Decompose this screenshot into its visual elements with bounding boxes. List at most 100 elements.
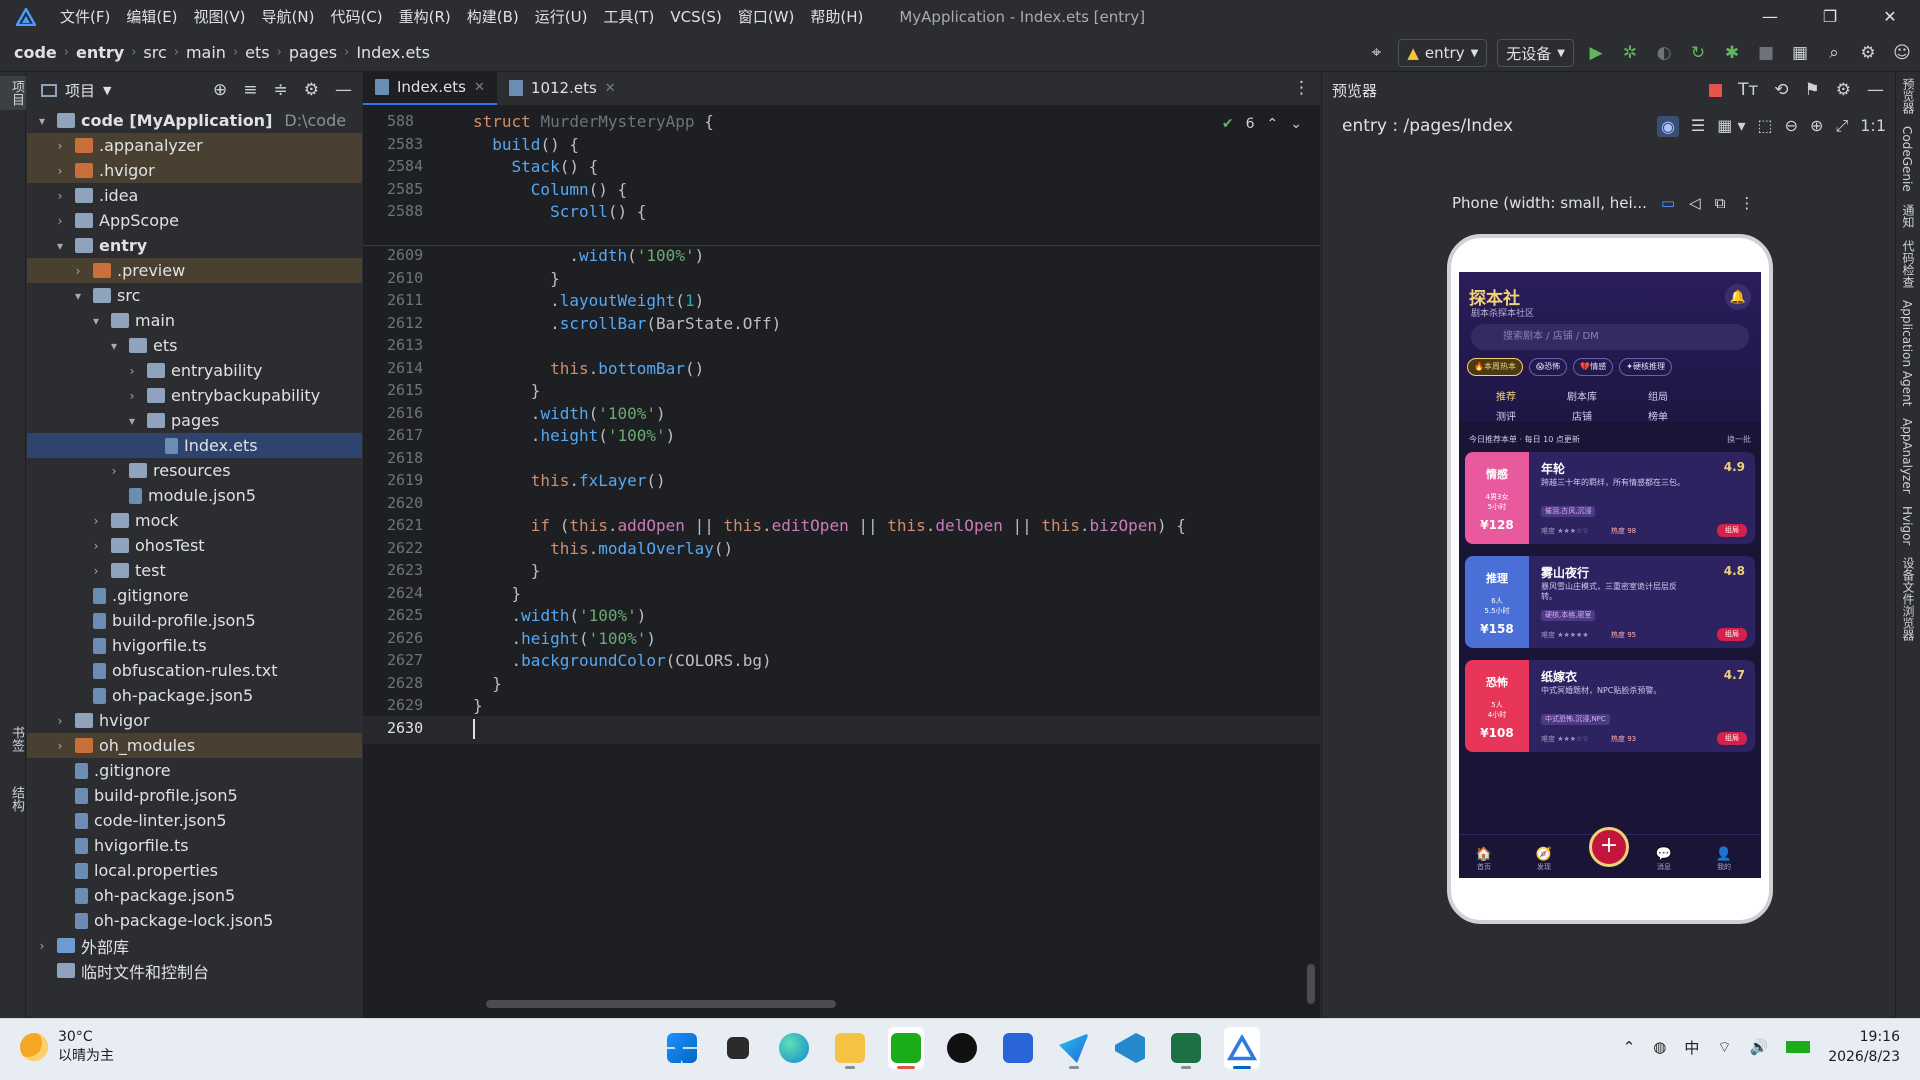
- expand-all-icon[interactable]: ≡: [243, 80, 257, 100]
- breadcrumb-item[interactable]: entry: [76, 43, 124, 62]
- right-tool-button[interactable]: Hvigor: [1900, 500, 1914, 551]
- debug-icon[interactable]: ✲: [1618, 41, 1642, 65]
- app-tab-item[interactable]: 🧭 发现: [1529, 847, 1559, 872]
- project-structure-icon[interactable]: ▦: [1788, 41, 1812, 65]
- editor-tab[interactable]: Index.ets ✕: [363, 71, 497, 105]
- refresh-batch-button[interactable]: 换一批: [1727, 434, 1751, 445]
- tree-item[interactable]: › hvigor: [27, 708, 362, 733]
- tree-item[interactable]: code-linter.json5: [27, 808, 362, 833]
- run-config-select[interactable]: ▲ entry ▼: [1398, 39, 1488, 67]
- reload-icon[interactable]: ↻: [1686, 41, 1710, 65]
- stop-icon[interactable]: ■: [1754, 41, 1778, 65]
- font-size-icon[interactable]: Tт: [1738, 80, 1758, 100]
- menu-item[interactable]: 帮助(H): [802, 0, 871, 34]
- app-tab-item[interactable]: 👤 我的: [1709, 847, 1739, 872]
- chevron-up-icon[interactable]: ⌃: [1623, 1038, 1636, 1056]
- tree-item[interactable]: ▾ ets: [27, 333, 362, 358]
- tree-item[interactable]: › entrybackupability: [27, 383, 362, 408]
- tree-item[interactable]: module.json5: [27, 483, 362, 508]
- structure-tool-button[interactable]: 结构: [0, 782, 26, 816]
- menu-item[interactable]: 代码(C): [322, 0, 390, 34]
- deveco-studio-icon[interactable]: [1224, 1027, 1260, 1069]
- horizontal-scrollbar[interactable]: [486, 1000, 836, 1008]
- tree-item[interactable]: ▾ src: [27, 283, 362, 308]
- minimize-button[interactable]: —: [1740, 0, 1800, 34]
- clock[interactable]: 19:16 2026/8/23: [1828, 1027, 1900, 1067]
- tree-item[interactable]: 临时文件和控制台: [27, 958, 362, 983]
- store-icon[interactable]: [1000, 1027, 1036, 1069]
- maximize-button[interactable]: ❐: [1800, 0, 1860, 34]
- tree-item[interactable]: hvigorfile.ts: [27, 633, 362, 658]
- fit-icon[interactable]: ⤢: [1835, 116, 1848, 137]
- tree-item[interactable]: hvigorfile.ts: [27, 833, 362, 858]
- account-icon[interactable]: ☺: [1890, 41, 1914, 65]
- menu-item[interactable]: VCS(S): [662, 0, 729, 34]
- app-screen[interactable]: 探本社 剧本杀探本社区 🔔 搜索剧本 / 店铺 / DM 🔥本周热本 😱恐怖 💔情感…: [1459, 272, 1761, 878]
- tree-item[interactable]: oh-package.json5: [27, 883, 362, 908]
- tree-item[interactable]: › resources: [27, 458, 362, 483]
- rotate-device-icon[interactable]: ⧉: [1715, 194, 1726, 212]
- breadcrumb-item[interactable]: ets: [245, 43, 269, 62]
- menu-item[interactable]: 编辑(E): [118, 0, 185, 34]
- tree-item[interactable]: › .preview: [27, 258, 362, 283]
- chevron-down-icon[interactable]: ⌄: [1290, 116, 1302, 132]
- options-gear-icon[interactable]: ⚙: [304, 80, 319, 100]
- close-tab-icon[interactable]: ✕: [474, 80, 485, 95]
- tree-item[interactable]: build-profile.json5: [27, 608, 362, 633]
- weather-widget[interactable]: 30°C 以晴为主: [20, 1029, 114, 1065]
- tree-item[interactable]: ▾ code [MyApplication] D:\code: [27, 108, 362, 133]
- right-tool-button[interactable]: 预览器: [1900, 72, 1917, 120]
- app-nav-item[interactable]: 推荐: [1471, 388, 1541, 403]
- tree-item[interactable]: ▾ main: [27, 308, 362, 333]
- tree-item[interactable]: › ohosTest: [27, 533, 362, 558]
- join-button[interactable]: 组局: [1717, 524, 1747, 537]
- settings-gear-icon[interactable]: ⚙: [1836, 80, 1851, 100]
- menu-item[interactable]: 文件(F): [52, 0, 118, 34]
- task-view-icon[interactable]: [720, 1027, 756, 1069]
- battery-icon[interactable]: [1786, 1041, 1811, 1053]
- right-tool-button[interactable]: AppAnalyzer: [1900, 412, 1914, 500]
- app-search-input[interactable]: 搜索剧本 / 店铺 / DM: [1471, 324, 1749, 350]
- code-body[interactable]: 2609 .width('100%') 2610 } 2611 .layoutWei…: [363, 246, 1320, 1018]
- tree-item[interactable]: › test: [27, 558, 362, 583]
- project-tool-button[interactable]: 项目: [0, 76, 26, 110]
- join-button[interactable]: 组局: [1717, 732, 1747, 745]
- app-nav-item[interactable]: 组局: [1623, 388, 1693, 403]
- inspector-toggle-icon[interactable]: ◉: [1656, 115, 1679, 137]
- device-select[interactable]: 无设备 ▼: [1497, 39, 1574, 67]
- qq-icon[interactable]: [944, 1027, 980, 1069]
- hide-panel-icon[interactable]: —: [1867, 80, 1884, 100]
- search-icon[interactable]: ⌕: [1822, 41, 1846, 65]
- input-method-indicator[interactable]: 中: [1684, 1037, 1699, 1058]
- chevron-down-icon[interactable]: ▼: [103, 84, 111, 97]
- editor-tab[interactable]: 1012.ets ✕: [497, 71, 628, 105]
- breadcrumb-item[interactable]: Index.ets: [356, 43, 430, 62]
- category-chip[interactable]: 😱恐怖: [1528, 358, 1568, 376]
- right-tool-button[interactable]: 代码检查: [1900, 234, 1917, 294]
- app-tab-item[interactable]: 💬 消息: [1649, 847, 1679, 872]
- app-nav-item[interactable]: 店铺: [1547, 408, 1617, 423]
- tree-item[interactable]: oh-package.json5: [27, 683, 362, 708]
- app-tab-item[interactable]: 🏠 首页: [1469, 847, 1499, 872]
- edge-browser-icon[interactable]: [776, 1027, 812, 1069]
- tree-item[interactable]: local.properties: [27, 858, 362, 883]
- menu-item[interactable]: 运行(U): [527, 0, 596, 34]
- right-tool-button[interactable]: Application Agent: [1900, 294, 1914, 412]
- breadcrumb-item[interactable]: pages: [289, 43, 337, 62]
- more-options-icon[interactable]: ⋮: [1293, 78, 1310, 98]
- script-card[interactable]: 推理 6人 5.5小时 ¥158 雾山夜行 4.8 暴风雪山庄模式，三重密室诡计层层反转。硬…: [1465, 556, 1755, 648]
- grid-view-icon[interactable]: ▦ ▾: [1717, 116, 1745, 137]
- tree-item[interactable]: › .idea: [27, 183, 362, 208]
- script-card[interactable]: 情感 4男3女 5小时 ¥128 年轮 4.9 跨越三十年的羁绊，所有情感都在三包。 催泪,古…: [1465, 452, 1755, 544]
- refresh-icon[interactable]: ⟲: [1774, 80, 1788, 100]
- tree-item[interactable]: .gitignore: [27, 583, 362, 608]
- layers-icon[interactable]: ☰: [1691, 116, 1705, 137]
- menu-item[interactable]: 窗口(W): [730, 0, 803, 34]
- tree-item[interactable]: › 外部库: [27, 933, 362, 958]
- tree-item[interactable]: ▾ pages: [27, 408, 362, 433]
- menu-item[interactable]: 构建(B): [459, 0, 527, 34]
- right-tool-button[interactable]: 设备文件浏览器: [1900, 551, 1917, 647]
- script-card[interactable]: 恐怖 5人 4小时 ¥108 纸嫁衣 4.7 中式冥婚题材，NPC贴脸杀预警。 中式恐怖,沉浸…: [1465, 660, 1755, 752]
- add-button[interactable]: +: [1589, 827, 1629, 867]
- inspector-icon[interactable]: ⚑: [1805, 80, 1820, 100]
